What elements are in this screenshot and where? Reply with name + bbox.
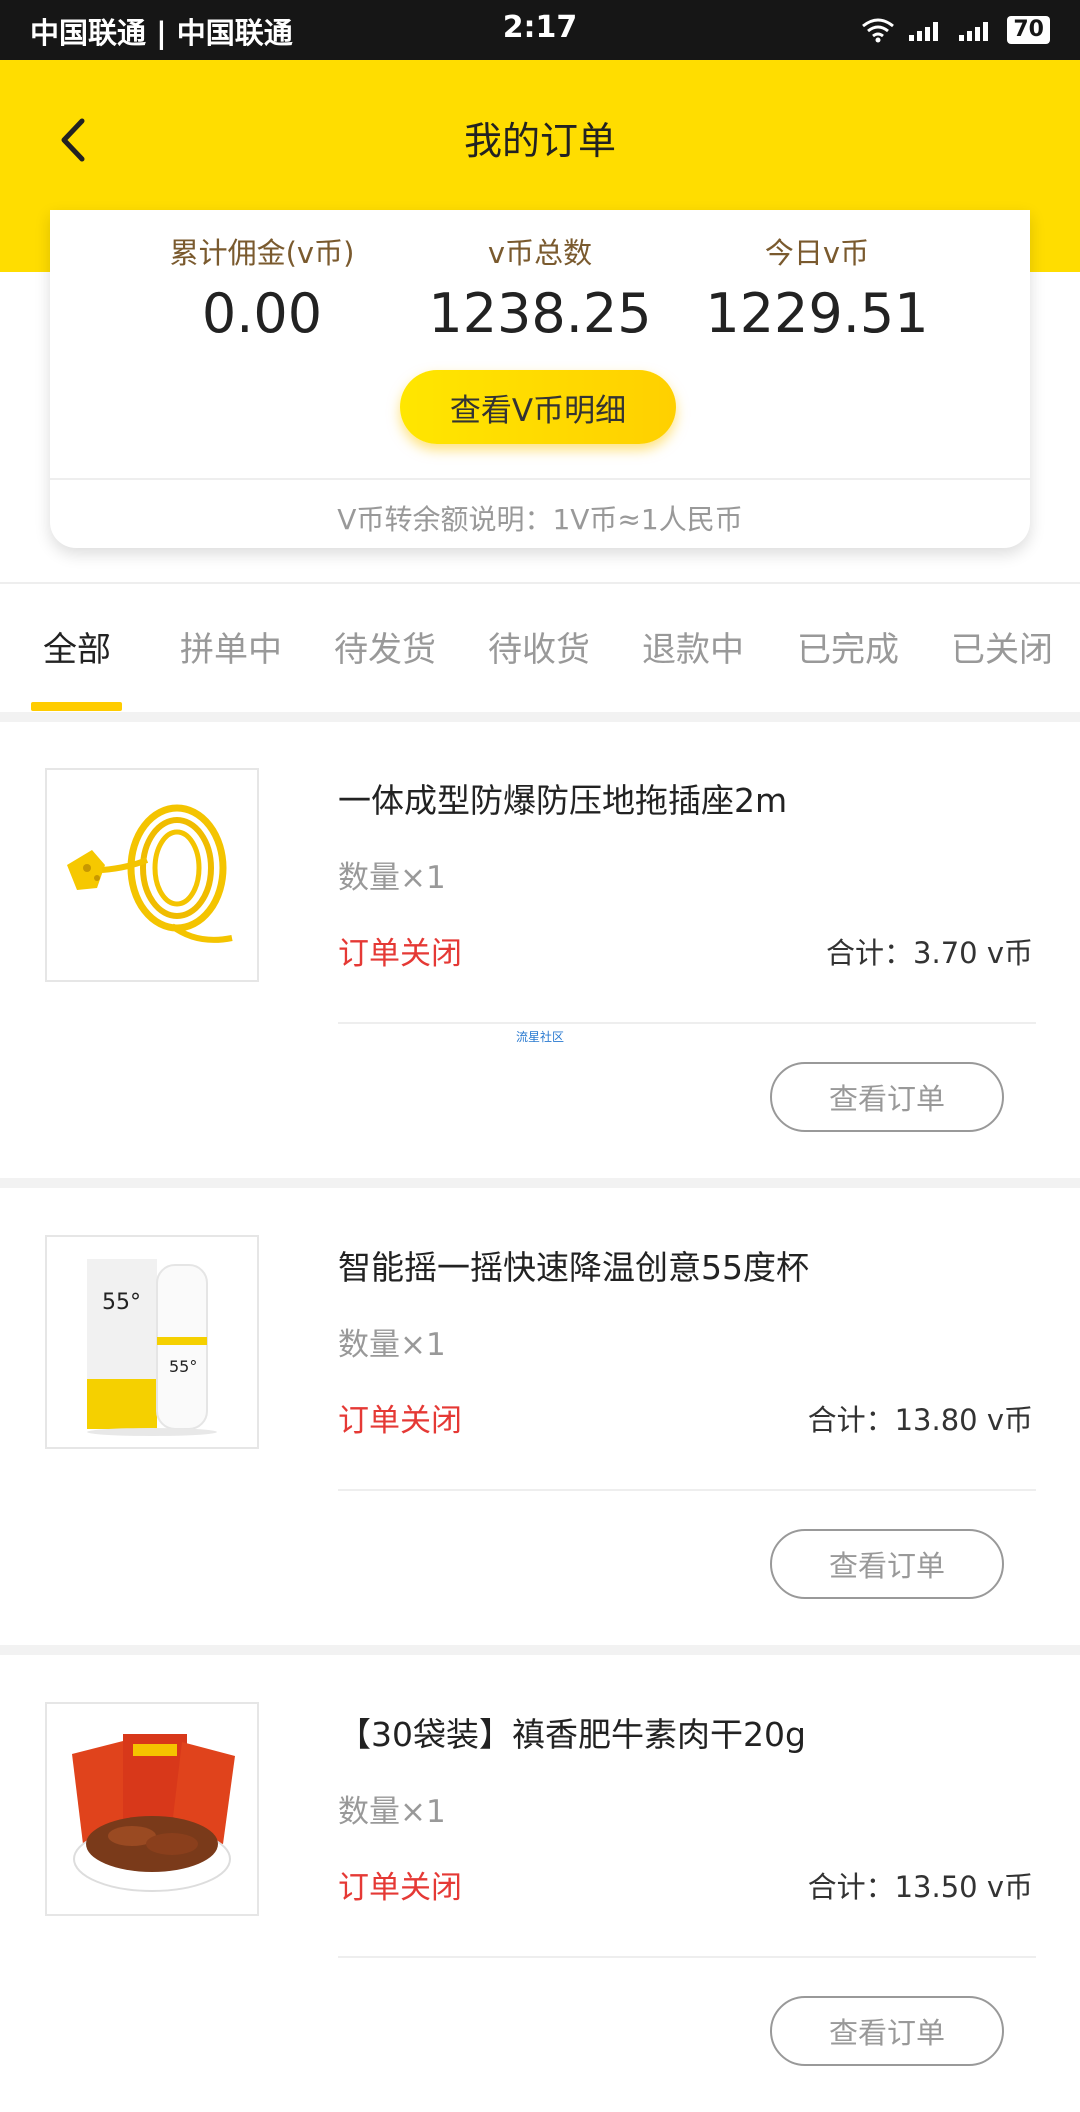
section-gap — [0, 712, 1080, 722]
order-total: 合计：13.80 v币 — [807, 1403, 1033, 1437]
status-bar: 中国联通 | 中国联通 2:17 70 — [0, 0, 1080, 60]
order-total: 合计：13.50 v币 — [807, 1870, 1033, 1904]
stat-value: 0.00 — [201, 282, 323, 345]
cup-label: 55° — [169, 1357, 197, 1376]
stat-total-vcoin: v币总数 1238.25 — [390, 230, 690, 345]
watermark-text: 流星社区 — [515, 1030, 564, 1044]
product-thumbnail[interactable]: 55° 55° — [45, 1235, 259, 1449]
divider — [338, 1489, 1036, 1491]
tab-group-buying[interactable]: 拼单中 — [180, 622, 282, 671]
order-status: 订单关闭 — [338, 936, 462, 972]
product-quantity: 数量×1 — [338, 1794, 446, 1830]
tab-refunding[interactable]: 退款中 — [642, 622, 744, 671]
tab-to-ship[interactable]: 待发货 — [334, 622, 436, 671]
order-status: 订单关闭 — [338, 1403, 462, 1439]
stat-commission: 累计佣金(v币) 0.00 — [112, 230, 412, 345]
battery-indicator: 70 — [1007, 16, 1050, 44]
order-tabs: 全部 拼单中 待发货 待收货 退款中 已完成 已关闭 — [0, 584, 1080, 714]
extension-cord-image — [67, 804, 233, 943]
cup-55-image: 55° 55° — [87, 1259, 217, 1436]
product-quantity: 数量×1 — [338, 1327, 446, 1363]
page-title: 我的订单 — [463, 119, 616, 163]
active-tab-indicator — [31, 702, 122, 711]
divider — [50, 478, 1030, 480]
signal-icon-2 — [959, 22, 989, 41]
order-card: 55° 55° 智能摇一摇快速降温创意55度杯 数量×1 订单关闭 合计：13.… — [0, 1189, 1080, 1645]
product-name[interactable]: 一体成型防爆防压地拖插座2m — [338, 774, 787, 822]
section-gap — [0, 1178, 1080, 1188]
divider — [338, 1022, 1036, 1024]
view-vcoin-detail-button[interactable]: 查看V币明细 — [400, 370, 676, 444]
stat-label: 累计佣金(v币) — [169, 236, 355, 270]
order-total: 合计：3.70 v币 — [826, 936, 1033, 970]
product-name[interactable]: 【30袋装】禛香肥牛素肉干20g — [338, 1708, 806, 1756]
order-card: 【30袋装】禛香肥牛素肉干20g 数量×1 订单关闭 合计：13.50 v币 查… — [0, 1656, 1080, 2112]
stat-today-vcoin: 今日v币 1229.51 — [667, 230, 967, 345]
stat-label: 今日v币 — [764, 236, 870, 270]
view-order-button[interactable]: 查看订单 — [770, 1062, 1004, 1132]
stat-label: v币总数 — [487, 236, 593, 270]
cup-label: 55° — [102, 1290, 141, 1315]
divider — [338, 1956, 1036, 1958]
order-status: 订单关闭 — [338, 1870, 462, 1906]
stat-value: 1238.25 — [428, 282, 652, 345]
beef-jerky-image — [72, 1734, 235, 1892]
view-order-button[interactable]: 查看订单 — [770, 1529, 1004, 1599]
view-order-button[interactable]: 查看订单 — [770, 1996, 1004, 2066]
product-thumbnail[interactable] — [45, 1702, 259, 1916]
signal-icon — [909, 22, 939, 41]
order-card: 一体成型防爆防压地拖插座2m 数量×1 订单关闭 合计：3.70 v币 流星社区… — [0, 722, 1080, 1178]
product-thumbnail[interactable] — [45, 768, 259, 982]
section-gap — [0, 1645, 1080, 1655]
tab-to-receive[interactable]: 待收货 — [488, 622, 590, 671]
stat-value: 1229.51 — [705, 282, 929, 345]
tab-all[interactable]: 全部 — [43, 622, 111, 671]
conversion-note: V币转余额说明：1V币≈1人民币 — [337, 503, 743, 536]
tab-completed[interactable]: 已完成 — [797, 622, 899, 671]
tab-closed[interactable]: 已关闭 — [951, 622, 1053, 671]
product-name[interactable]: 智能摇一摇快速降温创意55度杯 — [338, 1241, 809, 1289]
product-quantity: 数量×1 — [338, 860, 446, 896]
summary-card: 累计佣金(v币) 0.00 v币总数 1238.25 今日v币 1229.51 … — [50, 210, 1030, 548]
status-icons: 70 — [861, 12, 1050, 48]
wifi-icon — [862, 18, 895, 43]
